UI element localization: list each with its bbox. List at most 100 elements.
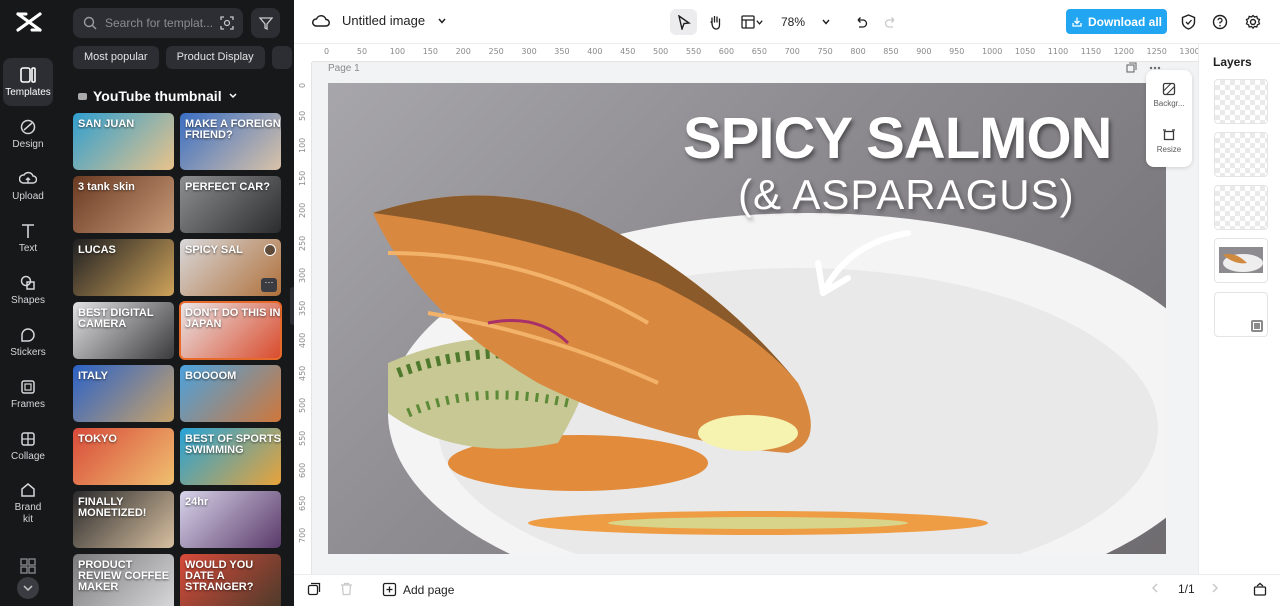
account-avatar[interactable] bbox=[17, 577, 39, 599]
canvas-title-text[interactable]: SPICY SALMON bbox=[683, 105, 1112, 172]
template-thumbnail[interactable]: WOULD YOU DATE A STRANGER? bbox=[180, 554, 281, 606]
more-options-icon[interactable] bbox=[1149, 66, 1161, 70]
ruler-tick-label: 200 bbox=[455, 47, 471, 56]
ruler-tick-label: 0 bbox=[324, 47, 330, 56]
resize-tool[interactable]: Resize bbox=[1146, 128, 1192, 154]
rail-item-stickers[interactable]: Stickers bbox=[3, 318, 53, 366]
section-header[interactable]: YouTube thumbnail bbox=[78, 88, 238, 104]
template-thumbnail[interactable]: BOOOOM bbox=[180, 365, 281, 422]
delete-page-button[interactable] bbox=[340, 582, 353, 596]
template-thumbnail-text: SAN JUAN bbox=[78, 118, 135, 130]
template-thumbnail-text: BOOOOM bbox=[185, 370, 237, 382]
brand-kit-icon bbox=[21, 482, 35, 497]
image-search-icon[interactable] bbox=[219, 15, 235, 31]
background-tool[interactable]: Backgr... bbox=[1146, 82, 1192, 108]
template-thumbnail[interactable]: FINALLY MONETIZED! bbox=[73, 491, 174, 548]
add-page-button[interactable]: Add page bbox=[382, 582, 454, 597]
layout-button[interactable] bbox=[734, 9, 770, 35]
template-thumbnail-text: PERFECT CAR? bbox=[185, 181, 270, 193]
shield-button[interactable] bbox=[1176, 9, 1200, 35]
template-thumbnail[interactable]: 24hr bbox=[180, 491, 281, 548]
rail-item-text[interactable]: Text bbox=[3, 214, 53, 262]
ruler-tick-label: 600 bbox=[298, 462, 307, 478]
ruler-tick-label: 1000 bbox=[982, 47, 1003, 56]
template-thumbnail[interactable]: SPICY SAL ··· bbox=[180, 239, 281, 296]
ruler-tick-label: 300 bbox=[521, 47, 537, 56]
template-thumbnail[interactable]: DON'T DO THIS IN JAPAN bbox=[179, 301, 282, 360]
chip-most-popular[interactable]: Most popular bbox=[73, 46, 159, 69]
zoom-dropdown[interactable]: 78% bbox=[780, 9, 832, 35]
collapse-panel-button[interactable] bbox=[1253, 582, 1267, 596]
layer-photo-preview bbox=[1219, 247, 1263, 273]
app-root: Templates Design Upload Text Shapes Stic… bbox=[0, 0, 1280, 606]
template-thumbnail[interactable]: BEST DIGITAL CAMERA bbox=[73, 302, 174, 359]
next-page-button[interactable] bbox=[1210, 582, 1220, 594]
rail-item-templates[interactable]: Templates bbox=[3, 58, 53, 106]
ruler-tick-label: 250 bbox=[488, 47, 504, 56]
duplicate-page-icon[interactable] bbox=[1126, 62, 1137, 73]
template-thumbnail[interactable]: ITALY bbox=[73, 365, 174, 422]
layer-thumbnail[interactable] bbox=[1214, 185, 1268, 230]
apps-grid-icon[interactable] bbox=[19, 557, 37, 575]
layout-icon bbox=[740, 15, 755, 29]
rail-item-frames[interactable]: Frames bbox=[3, 370, 53, 418]
template-search[interactable] bbox=[73, 8, 243, 38]
youtube-icon bbox=[78, 92, 87, 100]
rail-item-brand-kit[interactable]: Brand kit bbox=[3, 476, 53, 530]
search-input[interactable] bbox=[105, 16, 215, 30]
rail-item-shapes[interactable]: Shapes bbox=[3, 266, 53, 314]
prev-page-button[interactable] bbox=[1150, 582, 1160, 594]
undo-button[interactable] bbox=[849, 9, 873, 35]
ruler-tick-label: 650 bbox=[751, 47, 767, 56]
template-thumbnail[interactable]: TOKYO bbox=[73, 428, 174, 485]
layer-thumbnail[interactable] bbox=[1214, 132, 1268, 177]
help-button[interactable] bbox=[1208, 9, 1232, 35]
settings-button[interactable] bbox=[1241, 9, 1265, 35]
rail-item-design[interactable]: Design bbox=[3, 110, 53, 158]
template-thumbnail[interactable]: 3 tank skin bbox=[73, 176, 174, 233]
layer-thumbnail-photo[interactable] bbox=[1214, 238, 1268, 283]
template-thumbnail[interactable]: PRODUCT REVIEW COFFEE MAKER bbox=[73, 554, 174, 606]
ruler-tick-label: 50 bbox=[298, 110, 307, 121]
capcut-logo-icon[interactable] bbox=[16, 10, 42, 34]
more-options-icon[interactable]: ··· bbox=[261, 278, 277, 292]
frames-icon bbox=[21, 379, 35, 394]
template-thumbnail[interactable]: MAKE A FOREIGN FRIEND? bbox=[180, 113, 281, 170]
select-tool-button[interactable] bbox=[670, 9, 697, 35]
design-canvas[interactable]: SPICY SALMON (& ASPARAGUS) bbox=[328, 83, 1166, 554]
text-icon bbox=[22, 223, 34, 238]
favorite-icon[interactable] bbox=[264, 244, 276, 256]
redo-icon bbox=[884, 17, 895, 28]
template-thumbnail[interactable]: LUCAS bbox=[73, 239, 174, 296]
ruler-tick-label: 350 bbox=[554, 47, 570, 56]
template-thumbnail-text: BEST DIGITAL CAMERA bbox=[78, 307, 154, 330]
canvas-subtitle-text[interactable]: (& ASPARAGUS) bbox=[738, 171, 1075, 219]
hand-tool-button[interactable] bbox=[702, 9, 729, 35]
redo-button[interactable] bbox=[879, 9, 903, 35]
page-manager-button[interactable] bbox=[307, 582, 321, 596]
hand-icon bbox=[710, 15, 721, 30]
layer-thumbnail[interactable] bbox=[1214, 79, 1268, 124]
template-thumbnail[interactable]: SAN JUAN bbox=[73, 113, 174, 170]
vertical-ruler: 0 50 100 150 200 250 300 350 400 450 500 550 600 650 7… bbox=[294, 62, 312, 574]
template-thumbnail-text: SPICY SAL bbox=[185, 244, 243, 256]
filter-button[interactable] bbox=[251, 8, 280, 38]
resize-icon bbox=[1163, 129, 1175, 141]
template-thumbnail[interactable]: PERFECT CAR? bbox=[180, 176, 281, 233]
rail-item-collage[interactable]: Collage bbox=[3, 422, 53, 470]
ruler-tick-label: 350 bbox=[298, 300, 307, 316]
filter-icon bbox=[258, 17, 273, 30]
document-title[interactable]: Untitled image bbox=[312, 13, 447, 28]
download-all-button[interactable]: Download all bbox=[1066, 9, 1167, 34]
ruler-tick-label: 450 bbox=[620, 47, 636, 56]
ruler-tick-label: 950 bbox=[949, 47, 965, 56]
chip-product-display[interactable]: Product Display bbox=[165, 46, 265, 69]
ruler-tick-label: 700 bbox=[784, 47, 800, 56]
ruler-tick-label: 1150 bbox=[1080, 47, 1102, 56]
bottom-toolbar: Add page 1/1 bbox=[294, 574, 1280, 606]
template-thumbnail[interactable]: BEST OF SPORTS SWIMMING bbox=[180, 428, 281, 485]
shapes-icon bbox=[20, 275, 35, 290]
layer-thumbnail-background[interactable] bbox=[1214, 292, 1268, 337]
chip-more[interactable] bbox=[271, 46, 292, 69]
rail-item-upload[interactable]: Upload bbox=[3, 162, 53, 210]
